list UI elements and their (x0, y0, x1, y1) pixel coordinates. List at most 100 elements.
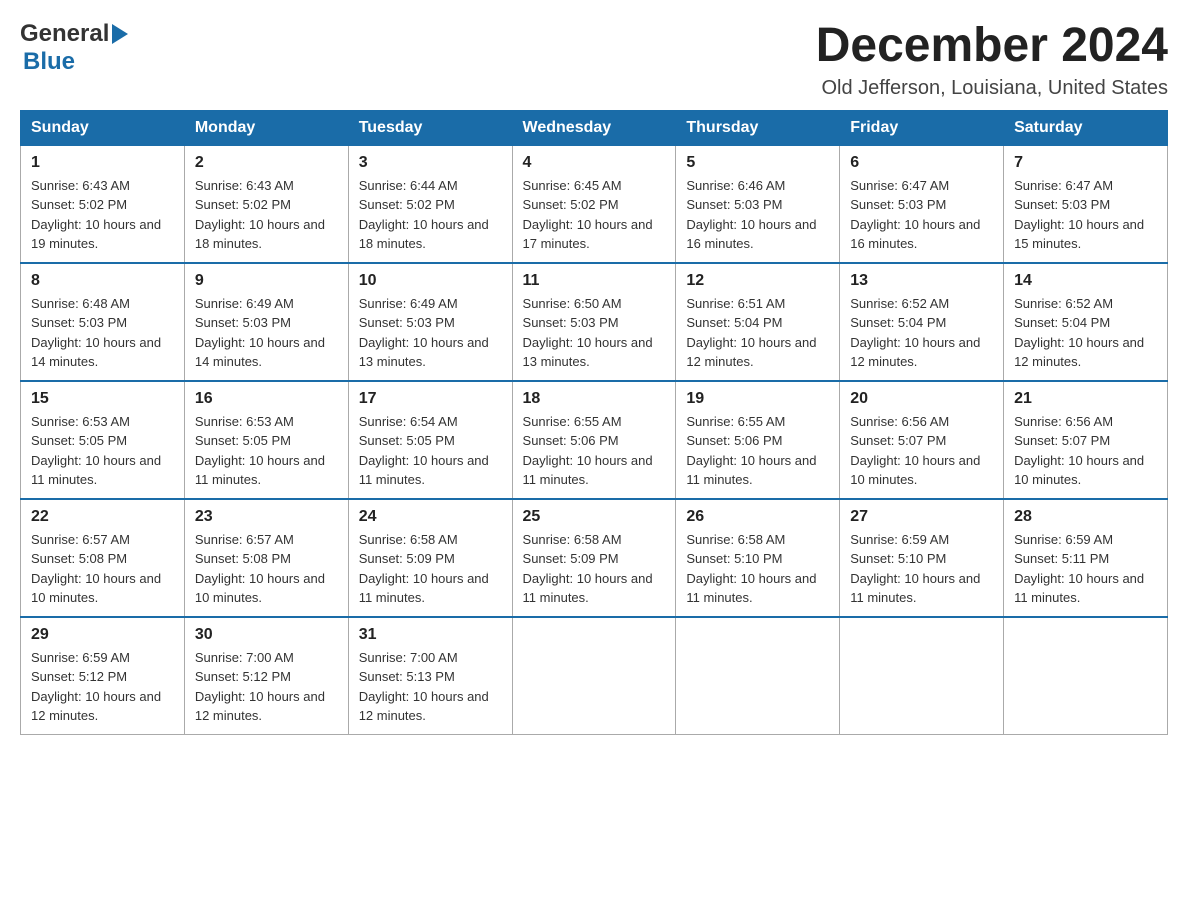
day-number: 31 (359, 626, 502, 644)
title-section: December 2024 Old Jefferson, Louisiana, … (816, 20, 1168, 100)
table-row: 3 Sunrise: 6:44 AMSunset: 5:02 PMDaylight… (348, 145, 512, 263)
day-number: 5 (686, 154, 829, 172)
calendar-week-row: 1 Sunrise: 6:43 AMSunset: 5:02 PMDaylight… (21, 145, 1168, 263)
day-number: 29 (31, 626, 174, 644)
logo-arrow-icon (112, 24, 128, 44)
month-title: December 2024 (816, 20, 1168, 73)
col-header-wednesday: Wednesday (512, 110, 676, 145)
day-number: 20 (850, 390, 993, 408)
table-row (840, 617, 1004, 735)
day-info: Sunrise: 7:00 AMSunset: 5:12 PMDaylight:… (195, 648, 338, 726)
day-info: Sunrise: 6:47 AMSunset: 5:03 PMDaylight:… (1014, 176, 1157, 254)
table-row (676, 617, 840, 735)
day-number: 8 (31, 272, 174, 290)
calendar-week-row: 8 Sunrise: 6:48 AMSunset: 5:03 PMDaylight… (21, 263, 1168, 381)
day-number: 9 (195, 272, 338, 290)
day-info: Sunrise: 6:44 AMSunset: 5:02 PMDaylight:… (359, 176, 502, 254)
day-number: 4 (523, 154, 666, 172)
day-number: 18 (523, 390, 666, 408)
day-info: Sunrise: 6:57 AMSunset: 5:08 PMDaylight:… (195, 530, 338, 608)
day-info: Sunrise: 6:50 AMSunset: 5:03 PMDaylight:… (523, 294, 666, 372)
day-number: 15 (31, 390, 174, 408)
day-info: Sunrise: 6:51 AMSunset: 5:04 PMDaylight:… (686, 294, 829, 372)
logo-row1: General (20, 20, 128, 48)
table-row: 31 Sunrise: 7:00 AMSunset: 5:13 PMDayligh… (348, 617, 512, 735)
day-info: Sunrise: 6:49 AMSunset: 5:03 PMDaylight:… (359, 294, 502, 372)
location-title: Old Jefferson, Louisiana, United States (816, 77, 1168, 100)
day-info: Sunrise: 6:49 AMSunset: 5:03 PMDaylight:… (195, 294, 338, 372)
table-row (1004, 617, 1168, 735)
day-info: Sunrise: 6:59 AMSunset: 5:11 PMDaylight:… (1014, 530, 1157, 608)
table-row: 9 Sunrise: 6:49 AMSunset: 5:03 PMDaylight… (184, 263, 348, 381)
table-row: 24 Sunrise: 6:58 AMSunset: 5:09 PMDayligh… (348, 499, 512, 617)
day-number: 13 (850, 272, 993, 290)
day-number: 21 (1014, 390, 1157, 408)
day-info: Sunrise: 6:48 AMSunset: 5:03 PMDaylight:… (31, 294, 174, 372)
day-number: 14 (1014, 272, 1157, 290)
day-number: 11 (523, 272, 666, 290)
day-info: Sunrise: 6:53 AMSunset: 5:05 PMDaylight:… (31, 412, 174, 490)
table-row: 20 Sunrise: 6:56 AMSunset: 5:07 PMDayligh… (840, 381, 1004, 499)
day-number: 1 (31, 154, 174, 172)
table-row: 13 Sunrise: 6:52 AMSunset: 5:04 PMDayligh… (840, 263, 1004, 381)
table-row: 28 Sunrise: 6:59 AMSunset: 5:11 PMDayligh… (1004, 499, 1168, 617)
table-row: 25 Sunrise: 6:58 AMSunset: 5:09 PMDayligh… (512, 499, 676, 617)
day-info: Sunrise: 6:58 AMSunset: 5:10 PMDaylight:… (686, 530, 829, 608)
day-info: Sunrise: 6:58 AMSunset: 5:09 PMDaylight:… (523, 530, 666, 608)
table-row: 6 Sunrise: 6:47 AMSunset: 5:03 PMDaylight… (840, 145, 1004, 263)
day-info: Sunrise: 6:58 AMSunset: 5:09 PMDaylight:… (359, 530, 502, 608)
table-row: 26Sunrise: 6:58 AMSunset: 5:10 PMDayligh… (676, 499, 840, 617)
table-row: 1 Sunrise: 6:43 AMSunset: 5:02 PMDaylight… (21, 145, 185, 263)
table-row: 21Sunrise: 6:56 AMSunset: 5:07 PMDayligh… (1004, 381, 1168, 499)
table-row: 10 Sunrise: 6:49 AMSunset: 5:03 PMDayligh… (348, 263, 512, 381)
table-row: 7 Sunrise: 6:47 AMSunset: 5:03 PMDaylight… (1004, 145, 1168, 263)
day-info: Sunrise: 6:43 AMSunset: 5:02 PMDaylight:… (31, 176, 174, 254)
day-info: Sunrise: 6:55 AMSunset: 5:06 PMDaylight:… (523, 412, 666, 490)
table-row: 5 Sunrise: 6:46 AMSunset: 5:03 PMDaylight… (676, 145, 840, 263)
table-row: 12Sunrise: 6:51 AMSunset: 5:04 PMDayligh… (676, 263, 840, 381)
table-row: 11 Sunrise: 6:50 AMSunset: 5:03 PMDayligh… (512, 263, 676, 381)
day-number: 7 (1014, 154, 1157, 172)
table-row: 8 Sunrise: 6:48 AMSunset: 5:03 PMDaylight… (21, 263, 185, 381)
day-info: Sunrise: 6:46 AMSunset: 5:03 PMDaylight:… (686, 176, 829, 254)
logo-row2: Blue (20, 48, 75, 76)
calendar-header-row: SundayMondayTuesdayWednesdayThursdayFrid… (21, 110, 1168, 145)
table-row: 29 Sunrise: 6:59 AMSunset: 5:12 PMDayligh… (21, 617, 185, 735)
day-info: Sunrise: 6:43 AMSunset: 5:02 PMDaylight:… (195, 176, 338, 254)
calendar-table: SundayMondayTuesdayWednesdayThursdayFrid… (20, 110, 1168, 735)
table-row: 30 Sunrise: 7:00 AMSunset: 5:12 PMDayligh… (184, 617, 348, 735)
table-row: 14 Sunrise: 6:52 AMSunset: 5:04 PMDayligh… (1004, 263, 1168, 381)
day-number: 6 (850, 154, 993, 172)
day-info: Sunrise: 6:59 AMSunset: 5:12 PMDaylight:… (31, 648, 174, 726)
day-info: Sunrise: 6:47 AMSunset: 5:03 PMDaylight:… (850, 176, 993, 254)
day-info: Sunrise: 6:45 AMSunset: 5:02 PMDaylight:… (523, 176, 666, 254)
day-number: 22 (31, 508, 174, 526)
day-number: 30 (195, 626, 338, 644)
day-info: Sunrise: 6:52 AMSunset: 5:04 PMDaylight:… (850, 294, 993, 372)
day-info: Sunrise: 6:56 AMSunset: 5:07 PMDaylight:… (850, 412, 993, 490)
col-header-saturday: Saturday (1004, 110, 1168, 145)
day-info: Sunrise: 6:53 AMSunset: 5:05 PMDaylight:… (195, 412, 338, 490)
day-number: 28 (1014, 508, 1157, 526)
day-number: 25 (523, 508, 666, 526)
day-number: 19 (686, 390, 829, 408)
calendar-week-row: 29 Sunrise: 6:59 AMSunset: 5:12 PMDayligh… (21, 617, 1168, 735)
table-row: 19Sunrise: 6:55 AMSunset: 5:06 PMDayligh… (676, 381, 840, 499)
col-header-sunday: Sunday (21, 110, 185, 145)
day-number: 16 (195, 390, 338, 408)
day-number: 10 (359, 272, 502, 290)
day-number: 2 (195, 154, 338, 172)
day-info: Sunrise: 7:00 AMSunset: 5:13 PMDaylight:… (359, 648, 502, 726)
day-number: 3 (359, 154, 502, 172)
day-info: Sunrise: 6:54 AMSunset: 5:05 PMDaylight:… (359, 412, 502, 490)
table-row: 27Sunrise: 6:59 AMSunset: 5:10 PMDayligh… (840, 499, 1004, 617)
table-row: 16 Sunrise: 6:53 AMSunset: 5:05 PMDayligh… (184, 381, 348, 499)
logo-blue-text: Blue (23, 48, 75, 76)
day-number: 24 (359, 508, 502, 526)
day-info: Sunrise: 6:52 AMSunset: 5:04 PMDaylight:… (1014, 294, 1157, 372)
table-row: 17Sunrise: 6:54 AMSunset: 5:05 PMDayligh… (348, 381, 512, 499)
calendar-week-row: 15 Sunrise: 6:53 AMSunset: 5:05 PMDayligh… (21, 381, 1168, 499)
table-row: 18 Sunrise: 6:55 AMSunset: 5:06 PMDayligh… (512, 381, 676, 499)
col-header-monday: Monday (184, 110, 348, 145)
table-row: 2 Sunrise: 6:43 AMSunset: 5:02 PMDaylight… (184, 145, 348, 263)
